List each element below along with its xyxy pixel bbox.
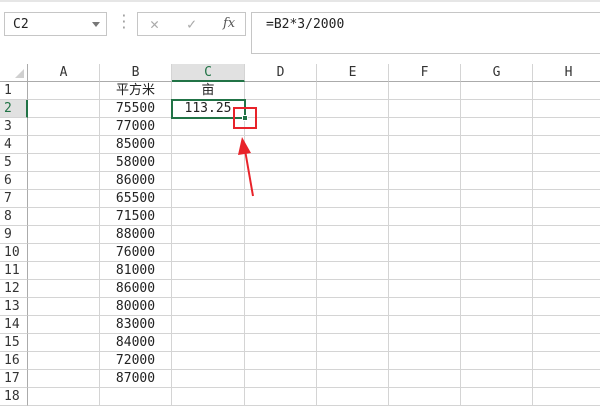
annotation-arrow-icon [238, 137, 254, 197]
